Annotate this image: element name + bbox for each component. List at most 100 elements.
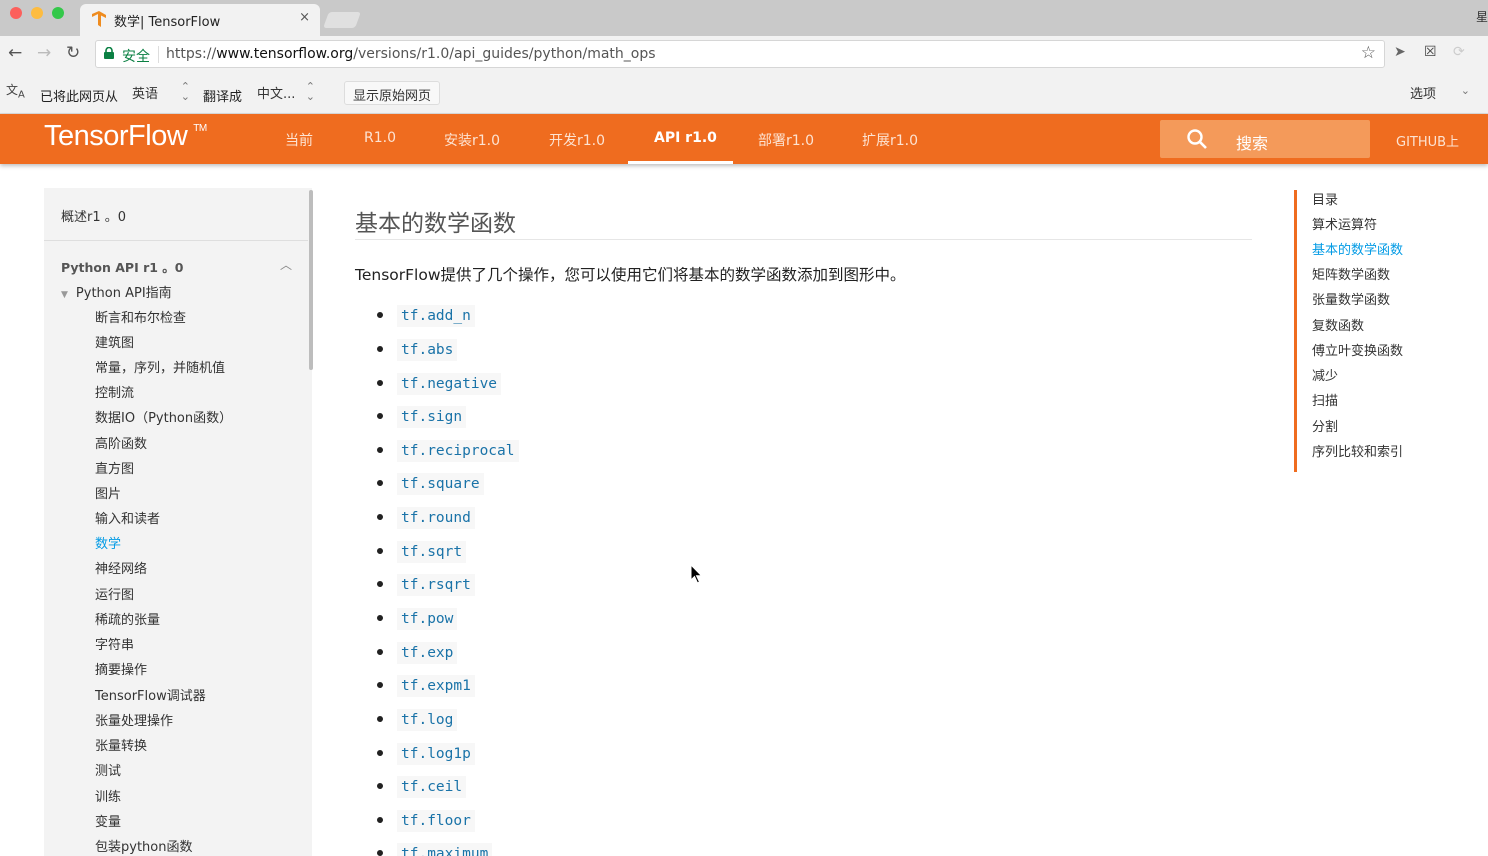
sidebar-item[interactable]: 变量 bbox=[95, 811, 121, 830]
sidebar-item[interactable]: 数据IO（Python函数） bbox=[95, 407, 232, 426]
toc-item[interactable]: 算术运算符 bbox=[1312, 214, 1377, 233]
sidebar-section-title[interactable]: Python API r1 。0 bbox=[61, 257, 184, 276]
function-link[interactable]: tf.log bbox=[397, 709, 458, 731]
function-link[interactable]: tf.round bbox=[397, 507, 475, 529]
address-toolbar: ← → ↻ 安全 https://www.tensorflow.org/vers… bbox=[0, 36, 1488, 72]
url-text[interactable]: https://www.tensorflow.org/versions/r1.0… bbox=[166, 46, 656, 62]
sidebar-item[interactable]: 测试 bbox=[95, 760, 121, 779]
sidebar-guide-item[interactable]: ▼ Python API指南 bbox=[61, 282, 172, 301]
translate-bar: 文A 已将此网页从 英语 ⌃ ⌄ 翻译成 中文... ⌃ ⌄ 显示原始网页 选项 ⌄ bbox=[0, 72, 1488, 114]
translate-prefix: 已将此网页从 bbox=[40, 90, 119, 105]
nav-tab-r1[interactable]: R1.0 bbox=[364, 130, 396, 146]
function-link[interactable]: tf.rsqrt bbox=[397, 574, 475, 596]
nav-tab-api[interactable]: API r1.0 bbox=[654, 130, 717, 146]
sidebar-scrollbar[interactable] bbox=[309, 190, 313, 370]
function-link[interactable]: tf.abs bbox=[397, 339, 458, 361]
options-label: 选项 bbox=[1410, 87, 1437, 102]
toc-item[interactable]: 扫描 bbox=[1312, 390, 1338, 409]
nav-tab-current[interactable]: 当前 bbox=[285, 130, 313, 150]
sidebar-item[interactable]: 字符串 bbox=[95, 634, 134, 653]
function-link[interactable]: tf.expm1 bbox=[397, 675, 475, 697]
sidebar-item[interactable]: 高阶函数 bbox=[95, 433, 147, 452]
url-separator bbox=[158, 46, 159, 63]
toc-item[interactable]: 张量数学函数 bbox=[1312, 289, 1390, 308]
maximize-window-button[interactable] bbox=[52, 7, 64, 19]
function-link[interactable]: tf.floor bbox=[397, 810, 475, 832]
function-link[interactable]: tf.exp bbox=[397, 642, 458, 664]
bullet bbox=[377, 783, 383, 789]
url-bar[interactable]: 安全 https://www.tensorflow.org/versions/r… bbox=[95, 40, 1385, 68]
forward-arrow-icon[interactable]: → bbox=[37, 43, 51, 63]
function-link[interactable]: tf.reciprocal bbox=[397, 440, 519, 462]
sidebar-item[interactable]: 运行图 bbox=[95, 584, 134, 603]
bullet bbox=[377, 716, 383, 722]
function-link[interactable]: tf.square bbox=[397, 473, 484, 495]
show-original-button[interactable]: 显示原始网页 bbox=[344, 81, 441, 105]
lock-icon bbox=[104, 47, 114, 59]
sidebar-overview-link[interactable]: 概述r1 。0 bbox=[61, 206, 126, 225]
source-language-select[interactable]: 英语 ⌃ ⌄ bbox=[126, 80, 196, 104]
translate-icon[interactable]: 文A bbox=[6, 81, 34, 105]
sync-extension-icon[interactable]: ⟳ bbox=[1453, 44, 1465, 60]
function-link[interactable]: tf.negative bbox=[397, 373, 502, 395]
close-window-button[interactable] bbox=[10, 7, 22, 19]
tab-close-icon[interactable]: × bbox=[299, 10, 310, 25]
sidebar-item[interactable]: 常量，序列，并随机值 bbox=[95, 357, 225, 376]
toc-item-active[interactable]: 基本的数学函数 bbox=[1312, 239, 1403, 258]
toc-item[interactable]: 减少 bbox=[1312, 365, 1338, 384]
bookmark-star-icon[interactable]: ☆ bbox=[1361, 43, 1376, 63]
function-link[interactable]: tf.sqrt bbox=[397, 541, 467, 563]
sidebar-item[interactable]: 张量转换 bbox=[95, 735, 147, 754]
sidebar-item[interactable]: 输入和读者 bbox=[95, 508, 160, 527]
function-link[interactable]: tf.ceil bbox=[397, 776, 467, 798]
bullet bbox=[377, 346, 383, 352]
github-link[interactable]: GITHUB上 bbox=[1396, 131, 1459, 150]
search-box[interactable]: 搜索 bbox=[1160, 120, 1370, 158]
x-extension-icon[interactable]: ☒ bbox=[1424, 44, 1437, 60]
bullet bbox=[377, 615, 383, 621]
sidebar-item[interactable]: 控制流 bbox=[95, 382, 134, 401]
toc-item[interactable]: 复数函数 bbox=[1312, 315, 1364, 334]
function-link[interactable]: tf.pow bbox=[397, 608, 458, 630]
sidebar-item[interactable]: 训练 bbox=[95, 786, 121, 805]
function-link[interactable]: tf.maximum bbox=[397, 843, 493, 856]
bullet bbox=[377, 581, 383, 587]
reload-icon[interactable]: ↻ bbox=[66, 43, 80, 63]
sidebar-item[interactable]: 图片 bbox=[95, 483, 121, 502]
sidebar-item[interactable]: TensorFlow调试器 bbox=[95, 685, 206, 704]
sidebar-item[interactable]: 直方图 bbox=[95, 458, 134, 477]
chevron-up-icon[interactable]: ︿ bbox=[280, 256, 292, 273]
tensorflow-favicon-icon bbox=[92, 11, 106, 27]
sidebar-item[interactable]: 张量处理操作 bbox=[95, 710, 173, 729]
cursor-extension-icon[interactable]: ➤ bbox=[1394, 44, 1406, 60]
minimize-window-button[interactable] bbox=[31, 7, 43, 19]
new-tab-button[interactable] bbox=[323, 12, 361, 28]
sidebar-item[interactable]: 神经网络 bbox=[95, 558, 147, 577]
nav-tab-deploy[interactable]: 部署r1.0 bbox=[758, 130, 814, 150]
options-select[interactable]: 选项 ⌄ bbox=[1404, 80, 1476, 104]
sidebar-divider bbox=[44, 240, 308, 241]
nav-tab-extend[interactable]: 扩展r1.0 bbox=[862, 130, 918, 150]
function-link[interactable]: tf.log1p bbox=[397, 743, 475, 765]
tensorflow-logo[interactable]: TensorFlow TM bbox=[44, 120, 207, 153]
back-arrow-icon[interactable]: ← bbox=[8, 43, 22, 63]
toc-item[interactable]: 傅立叶变换函数 bbox=[1312, 340, 1403, 359]
sidebar-item[interactable]: 建筑图 bbox=[95, 332, 134, 351]
sidebar-item[interactable]: 断言和布尔检查 bbox=[95, 307, 186, 326]
function-link[interactable]: tf.add_n bbox=[397, 305, 475, 327]
nav-tab-install[interactable]: 安装r1.0 bbox=[444, 130, 500, 150]
nav-tab-develop[interactable]: 开发r1.0 bbox=[549, 130, 605, 150]
left-sidebar: 概述r1 。0 Python API r1 。0 ︿ ▼ Python API指南… bbox=[44, 188, 312, 856]
logo-text: TensorFlow bbox=[44, 120, 188, 152]
sidebar-item[interactable]: 摘要操作 bbox=[95, 659, 147, 678]
toc-item[interactable]: 矩阵数学函数 bbox=[1312, 264, 1390, 283]
browser-tab[interactable]: 数学| TensorFlow × bbox=[80, 4, 320, 36]
toc-item[interactable]: 分割 bbox=[1312, 416, 1338, 435]
sidebar-item[interactable]: 包装python函数 bbox=[95, 836, 192, 855]
title-divider bbox=[355, 239, 1252, 240]
function-link[interactable]: tf.sign bbox=[397, 406, 467, 428]
target-language-select[interactable]: 中文... ⌃ ⌄ bbox=[251, 80, 321, 104]
sidebar-item[interactable]: 稀疏的张量 bbox=[95, 609, 160, 628]
toc-item[interactable]: 序列比较和索引 bbox=[1312, 441, 1403, 460]
sidebar-item-active[interactable]: 数学 bbox=[95, 533, 121, 552]
